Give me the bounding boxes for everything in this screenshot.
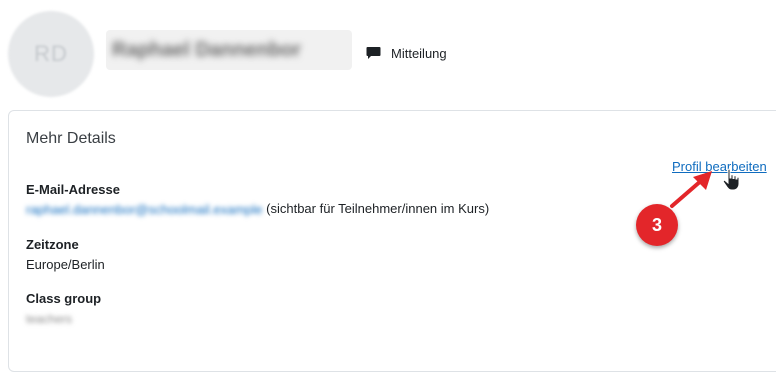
user-name-text: Raphael Dannenbor [112, 39, 301, 61]
email-value[interactable]: raphael.dannenbor@schoolmail.example [26, 202, 263, 217]
message-button[interactable]: Mitteilung [366, 43, 447, 63]
classgroup-section: Class group teachers [26, 291, 101, 326]
timezone-value: Europe/Berlin [26, 257, 105, 272]
timezone-section: Zeitzone Europe/Berlin [26, 237, 105, 272]
classgroup-label: Class group [26, 291, 102, 306]
profile-header: RD Raphael Dannenbor Mitteilung [0, 0, 776, 100]
classgroup-value: teachers [26, 312, 73, 326]
email-visibility-note: (sichtbar für Teilnehmer/innen im Kurs) [266, 201, 490, 216]
red-arrow-icon [670, 171, 712, 208]
timezone-label: Zeitzone [26, 237, 79, 252]
email-row: raphael.dannenbor@schoolmail.example (si… [26, 201, 489, 217]
card-title: Mehr Details [26, 130, 116, 147]
email-label: E-Mail-Adresse [26, 182, 120, 197]
user-name: Raphael Dannenbor [106, 30, 352, 70]
classgroup-row: teachers [26, 311, 101, 326]
step-badge: 3 [636, 204, 678, 246]
message-label: Mitteilung [391, 45, 447, 61]
email-section: E-Mail-Adresse raphael.dannenbor@schoolm… [26, 182, 489, 217]
message-icon [366, 46, 381, 60]
hand-cursor-icon [722, 168, 740, 191]
avatar: RD [8, 11, 94, 97]
